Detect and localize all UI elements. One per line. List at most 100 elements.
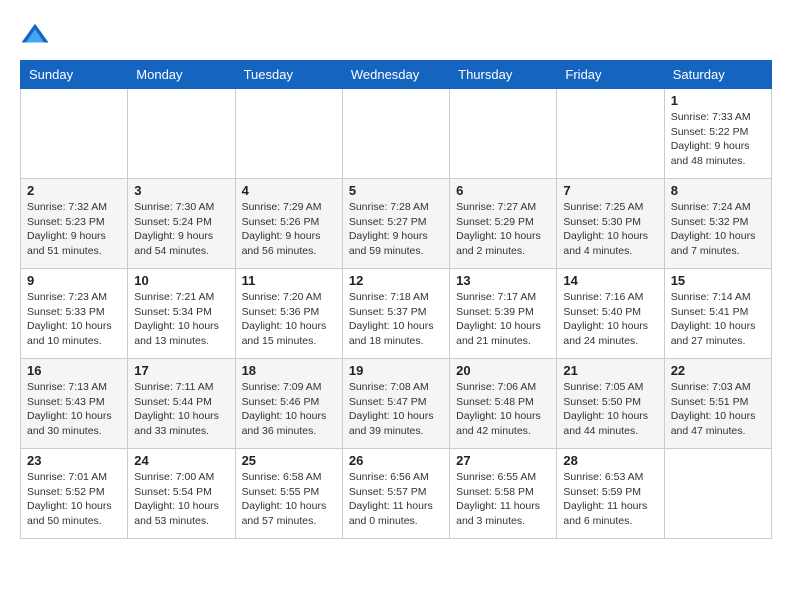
day-info: Sunrise: 7:03 AM Sunset: 5:51 PM Dayligh… — [671, 380, 765, 439]
day-number: 23 — [27, 453, 121, 468]
day-info: Sunrise: 7:17 AM Sunset: 5:39 PM Dayligh… — [456, 290, 550, 349]
calendar-cell — [21, 89, 128, 179]
calendar-cell — [450, 89, 557, 179]
day-number: 14 — [563, 273, 657, 288]
day-number: 15 — [671, 273, 765, 288]
calendar-day-header: Wednesday — [342, 61, 449, 89]
day-info: Sunrise: 7:27 AM Sunset: 5:29 PM Dayligh… — [456, 200, 550, 259]
calendar-cell: 11 Sunrise: 7:20 AM Sunset: 5:36 PM Dayli… — [235, 269, 342, 359]
day-info: Sunrise: 7:18 AM Sunset: 5:37 PM Dayligh… — [349, 290, 443, 349]
day-info: Sunrise: 7:13 AM Sunset: 5:43 PM Dayligh… — [27, 380, 121, 439]
day-info: Sunrise: 7:06 AM Sunset: 5:48 PM Dayligh… — [456, 380, 550, 439]
calendar-cell — [664, 449, 771, 539]
day-number: 12 — [349, 273, 443, 288]
calendar-cell: 12 Sunrise: 7:18 AM Sunset: 5:37 PM Dayli… — [342, 269, 449, 359]
day-info: Sunrise: 7:09 AM Sunset: 5:46 PM Dayligh… — [242, 380, 336, 439]
calendar-table: SundayMondayTuesdayWednesdayThursdayFrid… — [20, 60, 772, 539]
calendar-header-row: SundayMondayTuesdayWednesdayThursdayFrid… — [21, 61, 772, 89]
day-info: Sunrise: 6:53 AM Sunset: 5:59 PM Dayligh… — [563, 470, 657, 529]
calendar-cell: 23Sunrise: 7:01 AM Sunset: 5:52 PM Dayli… — [21, 449, 128, 539]
calendar-cell: 14 Sunrise: 7:16 AM Sunset: 5:40 PM Dayli… — [557, 269, 664, 359]
day-info: Sunrise: 7:14 AM Sunset: 5:41 PM Dayligh… — [671, 290, 765, 349]
calendar-cell: 2 Sunrise: 7:32 AM Sunset: 5:23 PM Daylig… — [21, 179, 128, 269]
day-number: 19 — [349, 363, 443, 378]
calendar-cell: 16Sunrise: 7:13 AM Sunset: 5:43 PM Dayli… — [21, 359, 128, 449]
calendar-cell: 28 Sunrise: 6:53 AM Sunset: 5:59 PM Dayli… — [557, 449, 664, 539]
calendar-cell: 24Sunrise: 7:00 AM Sunset: 5:54 PM Dayli… — [128, 449, 235, 539]
day-number: 8 — [671, 183, 765, 198]
calendar-cell: 1 Sunrise: 7:33 AM Sunset: 5:22 PM Daylig… — [664, 89, 771, 179]
calendar-day-header: Tuesday — [235, 61, 342, 89]
day-info: Sunrise: 7:11 AM Sunset: 5:44 PM Dayligh… — [134, 380, 228, 439]
logo-icon — [20, 20, 50, 50]
day-number: 1 — [671, 93, 765, 108]
day-info: Sunrise: 7:21 AM Sunset: 5:34 PM Dayligh… — [134, 290, 228, 349]
calendar-cell: 21Sunrise: 7:05 AM Sunset: 5:50 PM Dayli… — [557, 359, 664, 449]
day-number: 3 — [134, 183, 228, 198]
calendar-cell: 20Sunrise: 7:06 AM Sunset: 5:48 PM Dayli… — [450, 359, 557, 449]
day-info: Sunrise: 6:56 AM Sunset: 5:57 PM Dayligh… — [349, 470, 443, 529]
calendar-cell: 19 Sunrise: 7:08 AM Sunset: 5:47 PM Dayli… — [342, 359, 449, 449]
page-header — [20, 20, 772, 50]
day-number: 13 — [456, 273, 550, 288]
day-number: 18 — [242, 363, 336, 378]
day-info: Sunrise: 7:08 AM Sunset: 5:47 PM Dayligh… — [349, 380, 443, 439]
calendar-day-header: Friday — [557, 61, 664, 89]
calendar-day-header: Monday — [128, 61, 235, 89]
calendar-cell: 9 Sunrise: 7:23 AM Sunset: 5:33 PM Daylig… — [21, 269, 128, 359]
day-number: 6 — [456, 183, 550, 198]
calendar-week-row: 9 Sunrise: 7:23 AM Sunset: 5:33 PM Daylig… — [21, 269, 772, 359]
calendar-cell: 25 Sunrise: 6:58 AM Sunset: 5:55 PM Dayli… — [235, 449, 342, 539]
calendar-cell: 4 Sunrise: 7:29 AM Sunset: 5:26 PM Daylig… — [235, 179, 342, 269]
day-number: 26 — [349, 453, 443, 468]
calendar-cell: 18 Sunrise: 7:09 AM Sunset: 5:46 PM Dayli… — [235, 359, 342, 449]
day-info: Sunrise: 7:25 AM Sunset: 5:30 PM Dayligh… — [563, 200, 657, 259]
day-number: 17 — [134, 363, 228, 378]
calendar-cell: 7 Sunrise: 7:25 AM Sunset: 5:30 PM Daylig… — [557, 179, 664, 269]
day-info: Sunrise: 7:30 AM Sunset: 5:24 PM Dayligh… — [134, 200, 228, 259]
day-number: 10 — [134, 273, 228, 288]
day-number: 28 — [563, 453, 657, 468]
day-number: 4 — [242, 183, 336, 198]
day-number: 27 — [456, 453, 550, 468]
day-number: 7 — [563, 183, 657, 198]
day-info: Sunrise: 7:29 AM Sunset: 5:26 PM Dayligh… — [242, 200, 336, 259]
calendar-cell: 5Sunrise: 7:28 AM Sunset: 5:27 PM Daylig… — [342, 179, 449, 269]
calendar-week-row: 2 Sunrise: 7:32 AM Sunset: 5:23 PM Daylig… — [21, 179, 772, 269]
calendar-cell: 10 Sunrise: 7:21 AM Sunset: 5:34 PM Dayli… — [128, 269, 235, 359]
calendar-day-header: Thursday — [450, 61, 557, 89]
day-info: Sunrise: 7:23 AM Sunset: 5:33 PM Dayligh… — [27, 290, 121, 349]
day-info: Sunrise: 7:33 AM Sunset: 5:22 PM Dayligh… — [671, 110, 765, 169]
day-info: Sunrise: 7:32 AM Sunset: 5:23 PM Dayligh… — [27, 200, 121, 259]
day-info: Sunrise: 7:20 AM Sunset: 5:36 PM Dayligh… — [242, 290, 336, 349]
calendar-cell — [557, 89, 664, 179]
day-info: Sunrise: 7:24 AM Sunset: 5:32 PM Dayligh… — [671, 200, 765, 259]
day-info: Sunrise: 6:55 AM Sunset: 5:58 PM Dayligh… — [456, 470, 550, 529]
day-number: 11 — [242, 273, 336, 288]
calendar-week-row: 23Sunrise: 7:01 AM Sunset: 5:52 PM Dayli… — [21, 449, 772, 539]
calendar-cell: 22 Sunrise: 7:03 AM Sunset: 5:51 PM Dayli… — [664, 359, 771, 449]
day-number: 2 — [27, 183, 121, 198]
day-number: 21 — [563, 363, 657, 378]
day-info: Sunrise: 6:58 AM Sunset: 5:55 PM Dayligh… — [242, 470, 336, 529]
calendar-cell: 27 Sunrise: 6:55 AM Sunset: 5:58 PM Dayli… — [450, 449, 557, 539]
calendar-cell — [342, 89, 449, 179]
day-number: 5 — [349, 183, 443, 198]
day-number: 22 — [671, 363, 765, 378]
calendar-cell: 3 Sunrise: 7:30 AM Sunset: 5:24 PM Daylig… — [128, 179, 235, 269]
logo — [20, 20, 54, 50]
calendar-cell: 17 Sunrise: 7:11 AM Sunset: 5:44 PM Dayli… — [128, 359, 235, 449]
calendar-week-row: 16Sunrise: 7:13 AM Sunset: 5:43 PM Dayli… — [21, 359, 772, 449]
calendar-cell: 15 Sunrise: 7:14 AM Sunset: 5:41 PM Dayli… — [664, 269, 771, 359]
day-number: 25 — [242, 453, 336, 468]
calendar-cell: 13 Sunrise: 7:17 AM Sunset: 5:39 PM Dayli… — [450, 269, 557, 359]
calendar-week-row: 1 Sunrise: 7:33 AM Sunset: 5:22 PM Daylig… — [21, 89, 772, 179]
calendar-cell: 8 Sunrise: 7:24 AM Sunset: 5:32 PM Daylig… — [664, 179, 771, 269]
day-info: Sunrise: 7:16 AM Sunset: 5:40 PM Dayligh… — [563, 290, 657, 349]
calendar-day-header: Saturday — [664, 61, 771, 89]
day-number: 9 — [27, 273, 121, 288]
calendar-cell: 6 Sunrise: 7:27 AM Sunset: 5:29 PM Daylig… — [450, 179, 557, 269]
day-number: 24 — [134, 453, 228, 468]
calendar-cell — [128, 89, 235, 179]
calendar-cell: 26 Sunrise: 6:56 AM Sunset: 5:57 PM Dayli… — [342, 449, 449, 539]
